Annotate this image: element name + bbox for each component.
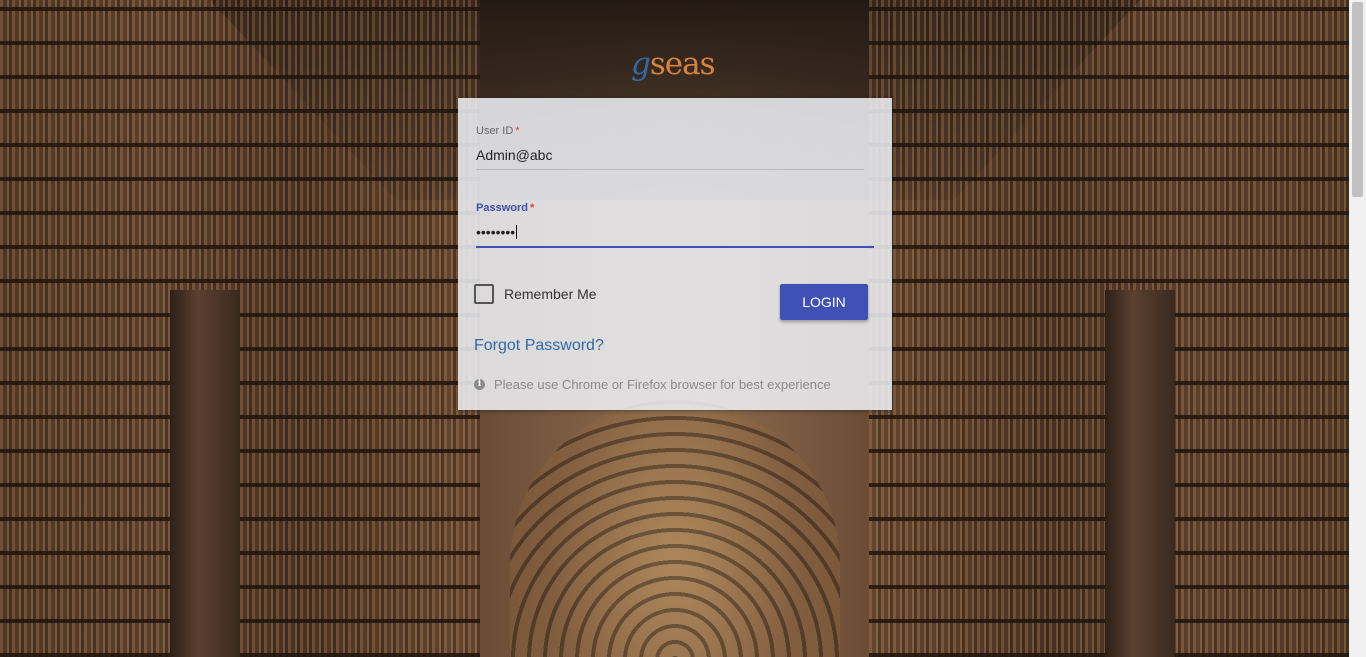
password-field[interactable]: Password * •••••••• (476, 202, 874, 248)
user-id-input[interactable]: Admin@abc (476, 147, 864, 170)
browser-hint-text: Please use Chrome or Firefox browser for… (494, 377, 831, 392)
left-pillar (170, 290, 240, 657)
user-id-field[interactable]: User ID * Admin@abc (476, 125, 864, 170)
left-bookshelves (0, 0, 480, 657)
logo-text: seas (649, 46, 716, 82)
scrollbar-thumb[interactable] (1352, 2, 1363, 197)
library-vault (510, 400, 840, 657)
login-card: User ID * Admin@abc Password * •••••••• Re… (458, 98, 892, 410)
forgot-password-link[interactable]: Forgot Password? (474, 337, 604, 355)
password-masked-value: •••••••• (476, 224, 516, 240)
remember-me-checkbox[interactable] (474, 284, 494, 304)
page-scrollbar[interactable] (1349, 0, 1366, 657)
logo-g: g (631, 46, 651, 82)
remember-me-label: Remember Me (504, 286, 597, 302)
password-label: Password * (476, 202, 535, 214)
user-id-label: User ID * (476, 125, 520, 137)
text-caret (516, 225, 518, 239)
info-circle-icon: i (474, 379, 485, 390)
gseas-logo: gseas (631, 46, 721, 92)
password-input[interactable]: •••••••• (476, 224, 874, 248)
browser-hint: i Please use Chrome or Firefox browser f… (474, 377, 831, 392)
right-pillar (1105, 290, 1175, 657)
login-button[interactable]: LOGIN (780, 284, 868, 320)
remember-me-option[interactable]: Remember Me (474, 284, 597, 304)
